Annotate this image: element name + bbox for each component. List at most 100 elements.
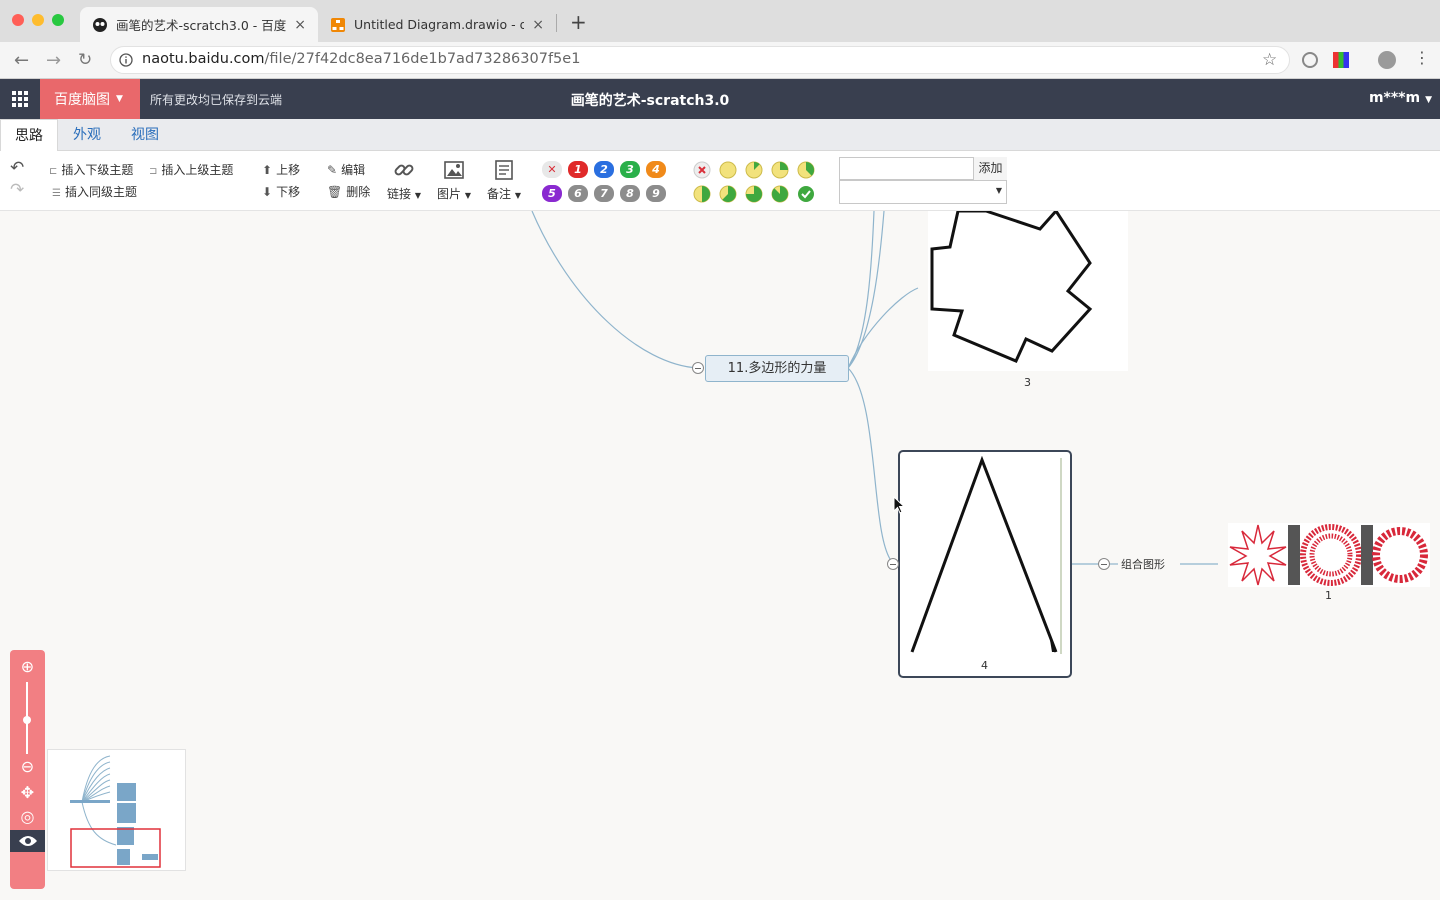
tab-view[interactable]: 视图 (117, 119, 173, 151)
zoom-out-icon[interactable]: ⊖ (18, 757, 37, 776)
progress-remove-icon[interactable] (692, 160, 712, 180)
note-label: 备注 (487, 187, 512, 201)
progress-3-8-icon[interactable] (796, 160, 816, 180)
progress-done-icon[interactable] (796, 184, 816, 204)
note-icon (495, 160, 513, 180)
forward-arrow-icon[interactable]: → (46, 50, 61, 71)
move-canvas-icon[interactable]: ✥ (18, 783, 37, 802)
link-label: 链接 (387, 187, 412, 201)
collapse-toggle[interactable] (1098, 558, 1110, 570)
tab-ideas[interactable]: 思路 (0, 119, 58, 151)
arrow-down-icon: ⬇ (262, 185, 273, 199)
priority-2-icon[interactable]: 2 (594, 161, 614, 178)
new-tab-button[interactable]: + (570, 10, 587, 34)
locate-root-icon[interactable]: ◎ (18, 807, 37, 826)
caret-down-icon: ▼ (1425, 95, 1432, 105)
navigator-minimap[interactable] (47, 749, 186, 871)
insert-parent-label: 插入上级主题 (161, 163, 234, 177)
menu-tabs: 思路 外观 视图 (0, 119, 1440, 151)
image-button[interactable]: 图片 ▼ (433, 158, 475, 202)
priority-remove-icon[interactable]: ✕ (542, 161, 562, 178)
topic-combined-shapes[interactable]: 组合图形 (1121, 556, 1165, 572)
caret-down-icon: ▼ (995, 186, 1002, 195)
image-icon (444, 161, 464, 179)
minimize-window-button[interactable] (32, 14, 44, 26)
zoom-panel: ⊕ ⊖ ✥ ◎ (10, 650, 45, 889)
document-title[interactable]: 画笔的艺术-scratch3.0 (0, 90, 1300, 110)
progress-1-8-icon[interactable] (744, 160, 764, 180)
progress-3-4-icon[interactable] (744, 184, 764, 204)
tab-close-icon[interactable]: × (294, 17, 306, 33)
zoom-slider-handle[interactable] (23, 716, 31, 724)
priority-6-icon[interactable]: 6 (568, 185, 588, 202)
redo-icon[interactable]: ↷ (10, 180, 24, 200)
zoom-in-icon[interactable]: ⊕ (18, 657, 37, 676)
browser-tab-strip: 画笔的艺术-scratch3.0 - 百度脑 × Untitled Diagra… (0, 0, 1440, 42)
triangle-shape (910, 456, 1062, 654)
link-button[interactable]: 链接 ▼ (383, 158, 425, 202)
note-button[interactable]: 备注 ▼ (483, 158, 525, 202)
back-arrow-icon[interactable]: ← (14, 50, 29, 71)
tab-appearance[interactable]: 外观 (59, 119, 115, 151)
topic-polygon-power[interactable]: 11.多边形的力量 (705, 355, 849, 382)
maximize-window-button[interactable] (52, 14, 64, 26)
priority-4-icon[interactable]: 4 (646, 161, 666, 178)
user-menu[interactable]: m***m ▼ (1369, 90, 1432, 106)
profile-avatar-icon[interactable] (1378, 51, 1396, 69)
mouse-cursor-icon (893, 496, 905, 514)
priority-9-icon[interactable]: 9 (646, 185, 666, 202)
info-icon[interactable] (119, 53, 133, 67)
combined-shapes-image[interactable] (1228, 523, 1430, 587)
browser-menu-icon[interactable]: ⋮ (1414, 48, 1430, 67)
progress-7-8-icon[interactable] (770, 184, 790, 204)
priority-8-icon[interactable]: 8 (620, 185, 640, 202)
user-name: m***m (1368, 90, 1421, 106)
insert-child-icon: ⊏ (49, 166, 58, 177)
progress-5-8-icon[interactable] (718, 184, 738, 204)
browser-tab-naotu[interactable]: 画笔的艺术-scratch3.0 - 百度脑 × (80, 7, 318, 42)
trash-icon: 🗑 (327, 185, 343, 199)
app-header: 百度脑图 ▼ 所有更改均已保存到云端 画笔的艺术-scratch3.0 m***… (0, 79, 1440, 119)
insert-child-button[interactable]: ⊏ 插入下级主题 (49, 161, 133, 178)
collapse-toggle[interactable] (887, 558, 899, 570)
close-window-button[interactable] (12, 14, 24, 26)
browser-tab-drawio[interactable]: Untitled Diagram.drawio - draw × (318, 7, 556, 42)
edit-button[interactable]: ✎ 编辑 (327, 161, 365, 178)
bookmark-star-icon[interactable]: ☆ (1262, 50, 1277, 70)
reload-icon[interactable]: ↻ (78, 50, 92, 70)
extension-icon[interactable] (1302, 52, 1318, 68)
progress-1-2-icon[interactable] (692, 184, 712, 204)
priority-1-icon[interactable]: 1 (568, 161, 588, 178)
eye-icon (19, 836, 37, 846)
insert-child-label: 插入下级主题 (61, 163, 134, 177)
image-caption-3: 3 (1024, 376, 1031, 389)
navigator-toggle[interactable] (10, 830, 45, 852)
priority-7-icon[interactable]: 7 (594, 185, 614, 202)
progress-0-icon[interactable] (718, 160, 738, 180)
move-up-label: 上移 (276, 163, 301, 177)
insert-parent-button[interactable]: ⊐ 插入上级主题 (149, 161, 233, 178)
link-icon (394, 164, 414, 176)
url-host: naotu.baidu.com (142, 51, 265, 67)
polygon-image[interactable] (928, 208, 1128, 371)
delete-button[interactable]: 🗑 删除 (327, 183, 370, 200)
edit-label: 编辑 (341, 163, 366, 177)
triangle-image-node[interactable]: 4 (898, 450, 1072, 678)
extension-color-icon[interactable] (1333, 52, 1349, 68)
image-label: 图片 (437, 187, 462, 201)
insert-sibling-button[interactable]: ☰ 插入同级主题 (52, 183, 137, 200)
move-down-button[interactable]: ⬇ 下移 (262, 183, 300, 200)
arrow-up-icon: ⬆ (262, 163, 273, 177)
undo-icon[interactable]: ↶ (10, 158, 24, 178)
add-resource-button[interactable]: 添加 (973, 157, 1007, 180)
collapse-toggle[interactable] (692, 362, 704, 374)
mindmap-canvas[interactable]: 3 11.多边形的力量 4 组合图形 1 (0, 208, 1440, 900)
priority-5-icon[interactable]: 5 (542, 185, 562, 202)
resource-select[interactable]: ▼ (839, 180, 1007, 204)
move-up-button[interactable]: ⬆ 上移 (262, 161, 300, 178)
priority-3-icon[interactable]: 3 (620, 161, 640, 178)
progress-1-4-icon[interactable] (770, 160, 790, 180)
tab-close-icon[interactable]: × (532, 17, 544, 33)
move-down-label: 下移 (276, 185, 301, 199)
insert-sibling-icon: ☰ (52, 188, 61, 199)
